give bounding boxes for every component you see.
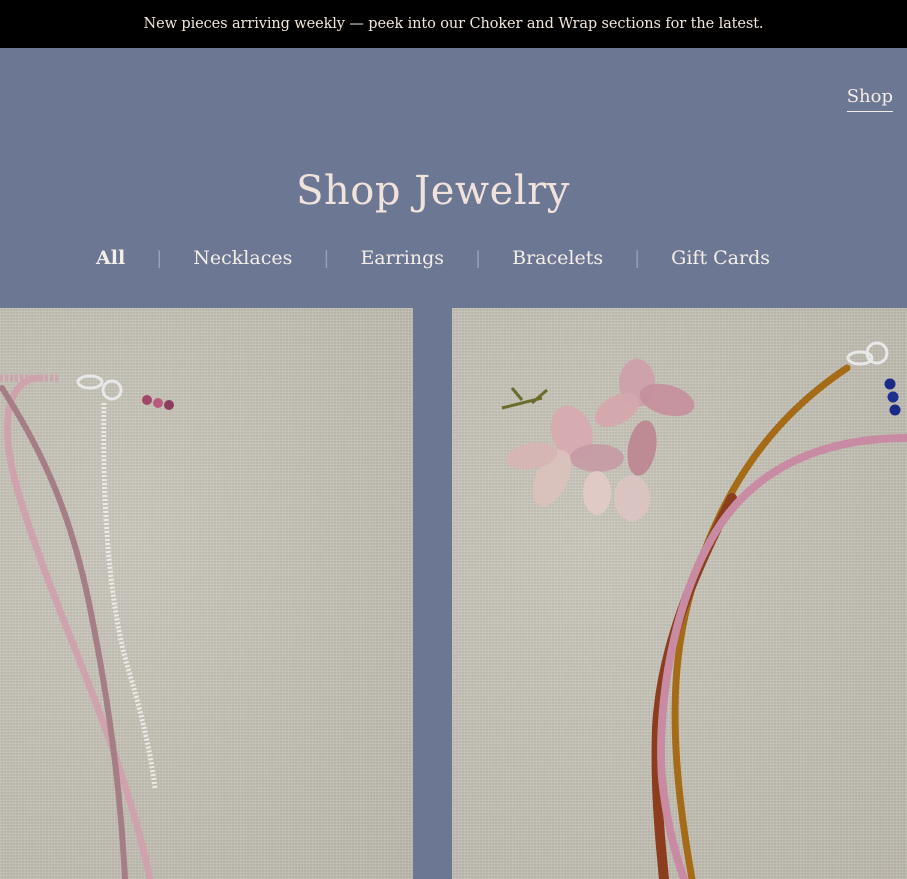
filter-separator: | (475, 247, 482, 269)
necklace-illustration (501, 341, 907, 879)
announcement-bar: New pieces arriving weekly — peek into o… (0, 0, 907, 48)
filter-all[interactable]: All (96, 247, 125, 269)
filter-earrings[interactable]: Earrings (360, 247, 444, 269)
filter-gift-cards[interactable]: Gift Cards (671, 247, 770, 269)
filter-separator: | (323, 247, 330, 269)
product-grid (0, 308, 907, 879)
nav-shop-link[interactable]: Shop (846, 86, 893, 112)
page-title: Shop Jewelry (296, 168, 570, 214)
necklace-illustration (0, 374, 174, 879)
product-card[interactable] (0, 308, 413, 879)
dried-flower-cluster (501, 359, 695, 521)
page-header: Shop Shop Jewelry All | Necklaces | Earr… (0, 48, 907, 308)
category-filter-bar: All | Necklaces | Earrings | Bracelets |… (0, 247, 866, 269)
filter-necklaces[interactable]: Necklaces (193, 247, 292, 269)
filter-separator: | (156, 247, 163, 269)
announcement-text: New pieces arriving weekly — peek into o… (143, 16, 764, 32)
filter-separator: | (634, 247, 641, 269)
filter-bracelets[interactable]: Bracelets (512, 247, 603, 269)
product-card[interactable] (452, 308, 907, 879)
